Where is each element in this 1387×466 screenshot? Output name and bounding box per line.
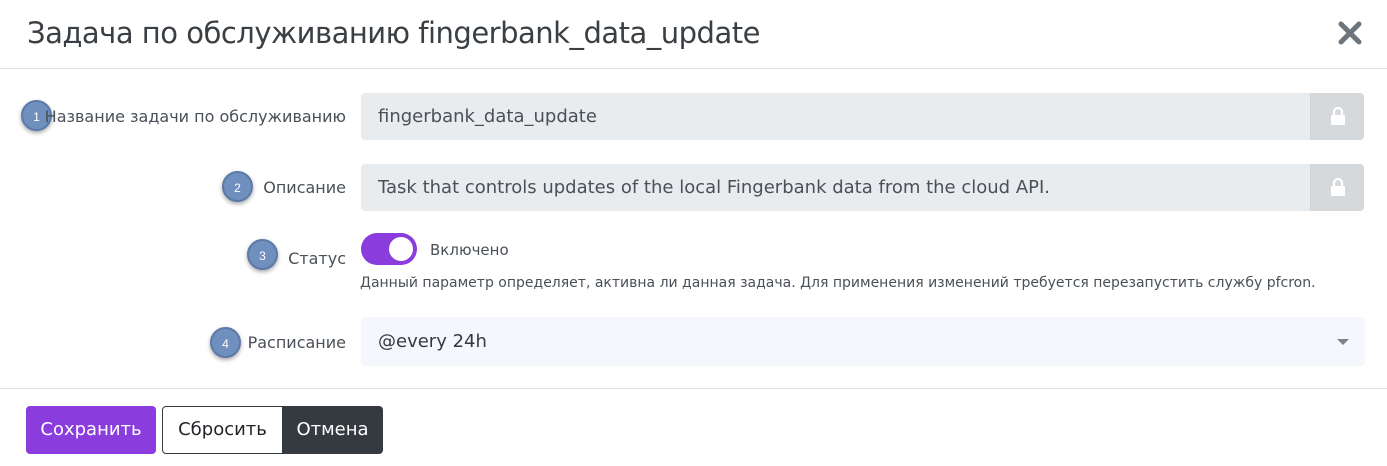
schedule-label: Расписание [247,333,346,352]
lock-icon [1331,106,1345,125]
description-lock-button[interactable] [1310,164,1364,211]
chevron-down-icon [1337,339,1349,345]
schedule-select[interactable]: @every 24h [361,317,1365,366]
name-lock-button[interactable] [1310,93,1364,140]
lock-icon [1331,177,1345,196]
step-badge-3: 3 [247,239,278,270]
step-badge-4: 4 [210,327,241,358]
name-value: fingerbank_data_update [378,106,597,127]
close-icon[interactable] [1335,14,1365,50]
toggle-knob [389,237,413,261]
cancel-button[interactable]: Отмена [282,406,383,454]
dialog-header: Задача по обслуживанию fingerbank_data_u… [0,0,1387,69]
status-toggle-text: Включено [430,241,509,259]
reset-button[interactable]: Сбросить [162,406,283,454]
status-toggle[interactable] [361,233,417,265]
save-button[interactable]: Сохранить [26,406,156,454]
step-badge-2: 2 [222,171,253,202]
description-field: Task that controls updates of the local … [361,164,1364,211]
dialog-title: Задача по обслуживанию fingerbank_data_u… [27,16,760,50]
status-label: Статус [288,249,346,268]
schedule-value: @every 24h [378,331,487,352]
name-label: Название задачи по обслуживанию [44,107,346,126]
name-field: fingerbank_data_update [361,93,1364,140]
description-value: Task that controls updates of the local … [378,177,1051,198]
description-label: Описание [263,178,346,197]
status-help-text: Данный параметр определяет, активна ли д… [360,275,1316,291]
